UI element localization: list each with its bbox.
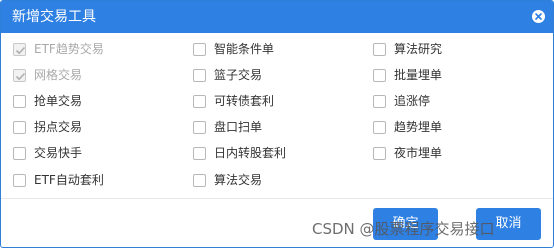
option-algo-trading[interactable]: 算法交易 (193, 171, 262, 189)
tool-options-grid: ETF趋势交易 网格交易 抢单交易 拐点交易 交易快手 ETF自动套利 智能条件 (1, 37, 553, 197)
option-label: 智能条件单 (214, 42, 275, 56)
option-etf-trend-trading[interactable]: ETF趋势交易 (13, 40, 104, 58)
option-smart-conditional-order[interactable]: 智能条件单 (193, 40, 274, 58)
option-label: 抢单交易 (34, 94, 83, 108)
checkbox[interactable] (13, 120, 26, 134)
option-intraday-conversion-arbitrage[interactable]: 日内转股套利 (193, 144, 286, 162)
option-label: 网格交易 (34, 68, 83, 82)
option-night-orders[interactable]: 夜市埋单 (373, 144, 442, 162)
checkbox[interactable] (13, 146, 26, 160)
option-grab-order-trading[interactable]: 抢单交易 (13, 92, 82, 110)
dialog-titlebar: 新增交易工具 (1, 1, 553, 33)
add-trading-tool-dialog: 新增交易工具 ETF趋势交易 网格交易 抢单交易 拐点交易 交易快手 ETF自动… (0, 0, 554, 248)
checkbox[interactable] (13, 94, 26, 108)
checkbox[interactable] (373, 42, 386, 56)
option-label: 算法交易 (214, 173, 263, 187)
option-grid-trading[interactable]: 网格交易 (13, 66, 82, 84)
cancel-button[interactable]: 取消 (476, 208, 541, 240)
dialog-title: 新增交易工具 (12, 9, 96, 25)
option-label: 交易快手 (34, 146, 83, 160)
option-trend-orders[interactable]: 趋势埋单 (373, 118, 442, 136)
option-quick-trading[interactable]: 交易快手 (13, 144, 82, 162)
checkbox[interactable] (373, 68, 386, 82)
option-label: 可转债套利 (214, 94, 275, 108)
checkbox[interactable] (193, 173, 206, 187)
option-label: 拐点交易 (34, 120, 83, 134)
option-label: 日内转股套利 (214, 146, 287, 160)
checkbox[interactable] (193, 94, 206, 108)
footer-divider (1, 198, 553, 199)
option-label: ETF自动套利 (34, 173, 104, 187)
checkbox[interactable] (193, 120, 206, 134)
option-label: 夜市埋单 (394, 146, 443, 160)
option-batch-orders[interactable]: 批量埋单 (373, 66, 442, 84)
checkbox[interactable] (373, 94, 386, 108)
checkbox[interactable] (13, 42, 26, 56)
option-label: 批量埋单 (394, 68, 443, 82)
checkbox[interactable] (193, 146, 206, 160)
option-order-book-sweep[interactable]: 盘口扫单 (193, 118, 262, 136)
checkbox[interactable] (193, 42, 206, 56)
option-algo-research[interactable]: 算法研究 (373, 40, 442, 58)
checkbox[interactable] (13, 68, 26, 82)
option-label: 趋势埋单 (394, 120, 443, 134)
checkbox[interactable] (13, 173, 26, 187)
checkbox[interactable] (193, 68, 206, 82)
confirm-button[interactable]: 确定 (373, 208, 438, 240)
option-basket-trading[interactable]: 篮子交易 (193, 66, 262, 84)
checkbox[interactable] (373, 120, 386, 134)
checkbox[interactable] (373, 146, 386, 160)
option-convertible-bond-arbitrage[interactable]: 可转债套利 (193, 92, 274, 110)
option-label: 追涨停 (394, 94, 431, 108)
option-etf-auto-arbitrage[interactable]: ETF自动套利 (13, 171, 104, 189)
option-label: 盘口扫单 (214, 120, 263, 134)
option-inflection-trading[interactable]: 拐点交易 (13, 118, 82, 136)
option-label: 算法研究 (394, 42, 443, 56)
option-limit-up-chase[interactable]: 追涨停 (373, 92, 430, 110)
option-label: ETF趋势交易 (34, 42, 104, 56)
option-label: 篮子交易 (214, 68, 263, 82)
close-icon[interactable] (532, 10, 545, 23)
